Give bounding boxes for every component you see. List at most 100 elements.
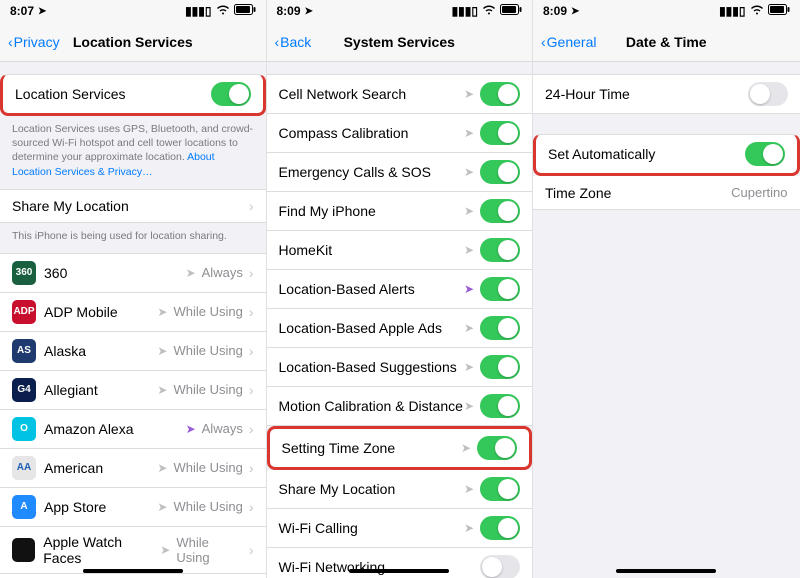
battery-icon (500, 4, 522, 18)
back-label: Back (280, 34, 311, 50)
location-arrow-icon: ➤ (157, 344, 167, 358)
service-toggle[interactable] (480, 82, 520, 106)
set-automatically-row[interactable]: Set Automatically (533, 134, 800, 176)
chevron-left-icon: ‹ (275, 34, 280, 50)
app-status: While Using (176, 535, 242, 565)
share-my-location-row[interactable]: Share My Location › (0, 189, 266, 223)
service-toggle[interactable] (480, 394, 520, 418)
location-arrow-icon: ➤ (571, 6, 579, 17)
home-indicator[interactable] (349, 569, 449, 573)
service-row[interactable]: Compass Calibration➤ (267, 114, 533, 153)
service-toggle[interactable] (480, 516, 520, 540)
chevron-left-icon: ‹ (8, 34, 13, 50)
chevron-right-icon: › (249, 421, 254, 437)
service-row[interactable]: Emergency Calls & SOS➤ (267, 153, 533, 192)
service-row[interactable]: Location-Based Apple Ads➤ (267, 309, 533, 348)
home-indicator[interactable] (83, 569, 183, 573)
service-name: Emergency Calls & SOS (279, 164, 432, 180)
app-row[interactable]: ASAlaska➤While Using› (0, 332, 266, 371)
service-name: Motion Calibration & Distance (279, 398, 463, 414)
app-row[interactable]: AAAmerican➤While Using› (0, 449, 266, 488)
time-zone-label: Time Zone (545, 185, 611, 201)
app-status: While Using (173, 343, 242, 358)
location-arrow-icon: ➤ (186, 266, 196, 280)
service-toggle[interactable] (480, 277, 520, 301)
app-row[interactable]: G4Allegiant➤While Using› (0, 371, 266, 410)
app-status: Always (202, 421, 243, 436)
24-hour-time-row[interactable]: 24-Hour Time (533, 74, 800, 114)
app-status: While Using (173, 499, 242, 514)
share-my-location-label: Share My Location (12, 198, 129, 214)
service-row[interactable]: Find My iPhone ➤ (267, 192, 533, 231)
service-row[interactable]: Cell Network Search➤ (267, 74, 533, 114)
location-arrow-icon: ➤ (157, 383, 167, 397)
service-row[interactable]: Share My Location➤ (267, 470, 533, 509)
service-toggle[interactable] (480, 316, 520, 340)
location-arrow-icon: ➤ (464, 87, 474, 101)
service-toggle[interactable] (480, 555, 520, 578)
location-arrow-icon: ➤ (464, 243, 474, 257)
service-toggle[interactable] (480, 160, 520, 184)
back-button[interactable]: ‹ Back (275, 34, 312, 50)
service-toggle[interactable] (480, 355, 520, 379)
status-icons: ▮▮▮▯ (719, 4, 789, 18)
location-arrow-icon: ➤ (464, 282, 474, 296)
chevron-right-icon: › (249, 265, 254, 281)
location-arrow-icon: ➤ (464, 521, 474, 535)
location-services-row[interactable]: Location Services (0, 74, 266, 116)
service-toggle[interactable] (480, 199, 520, 223)
service-row[interactable]: Wi-Fi Networking (267, 548, 533, 578)
service-row[interactable]: Location-Based Alerts➤ (267, 270, 533, 309)
service-toggle[interactable] (480, 121, 520, 145)
location-arrow-icon: ➤ (157, 461, 167, 475)
location-arrow-icon: ➤ (464, 360, 474, 374)
signal-icon: ▮▮▮▯ (185, 4, 211, 18)
location-arrow-icon: ➤ (38, 6, 46, 17)
status-time: 8:07 (10, 4, 34, 18)
nav-bar: ‹ Privacy Location Services (0, 22, 266, 62)
app-row[interactable]: AApp Store➤While Using› (0, 488, 266, 527)
chevron-right-icon: › (249, 382, 254, 398)
page-title: System Services (344, 34, 455, 50)
app-row[interactable]: 360360➤Always› (0, 253, 266, 293)
app-status: While Using (173, 382, 242, 397)
location-services-toggle[interactable] (211, 82, 251, 106)
battery-icon (768, 4, 790, 18)
app-icon: A (12, 495, 36, 519)
chevron-left-icon: ‹ (541, 34, 546, 50)
app-row[interactable]: ADPADP Mobile➤While Using› (0, 293, 266, 332)
nav-bar: ‹ General Date & Time (533, 22, 800, 62)
service-row[interactable]: Setting Time Zone ➤ (267, 426, 533, 470)
service-toggle[interactable] (480, 238, 520, 262)
app-status: While Using (173, 304, 242, 319)
home-indicator[interactable] (616, 569, 716, 573)
status-bar: 8:07 ➤ ▮▮▮▯ (0, 0, 266, 22)
app-row[interactable]: Apple Watch Faces➤While Using› (0, 527, 266, 574)
24-hour-toggle[interactable] (748, 82, 788, 106)
back-button[interactable]: ‹ General (541, 34, 596, 50)
set-automatically-toggle[interactable] (745, 142, 785, 166)
service-row[interactable]: HomeKit➤ (267, 231, 533, 270)
service-name: Find My iPhone (279, 203, 376, 219)
app-name: Apple Watch Faces (43, 534, 160, 566)
time-zone-row[interactable]: Time Zone Cupertino (533, 176, 800, 210)
page-title: Location Services (73, 34, 193, 50)
app-row[interactable]: OAmazon Alexa➤Always› (0, 410, 266, 449)
back-button[interactable]: ‹ Privacy (8, 34, 60, 50)
service-name: Setting Time Zone (282, 440, 396, 456)
service-toggle[interactable] (480, 477, 520, 501)
service-toggle[interactable] (477, 436, 517, 460)
service-row[interactable]: Location-Based Suggestions➤ (267, 348, 533, 387)
service-row[interactable]: Wi-Fi Calling ➤ (267, 509, 533, 548)
location-arrow-icon: ➤ (464, 321, 474, 335)
screen-date-time: 8:09 ➤ ▮▮▮▯ ‹ General Date & Time 24-Hou… (533, 0, 800, 578)
app-icon: AS (12, 339, 36, 363)
service-row[interactable]: Motion Calibration & Distance➤ (267, 387, 533, 426)
app-name: Alaska (44, 343, 86, 359)
location-arrow-icon: ➤ (461, 441, 471, 455)
wifi-icon (482, 4, 496, 18)
location-arrow-icon: ➤ (464, 204, 474, 218)
app-name: ADP Mobile (44, 304, 118, 320)
service-name: Wi-Fi Calling (279, 520, 358, 536)
app-row[interactable]: AVISAvis➤While Using› (0, 574, 266, 578)
